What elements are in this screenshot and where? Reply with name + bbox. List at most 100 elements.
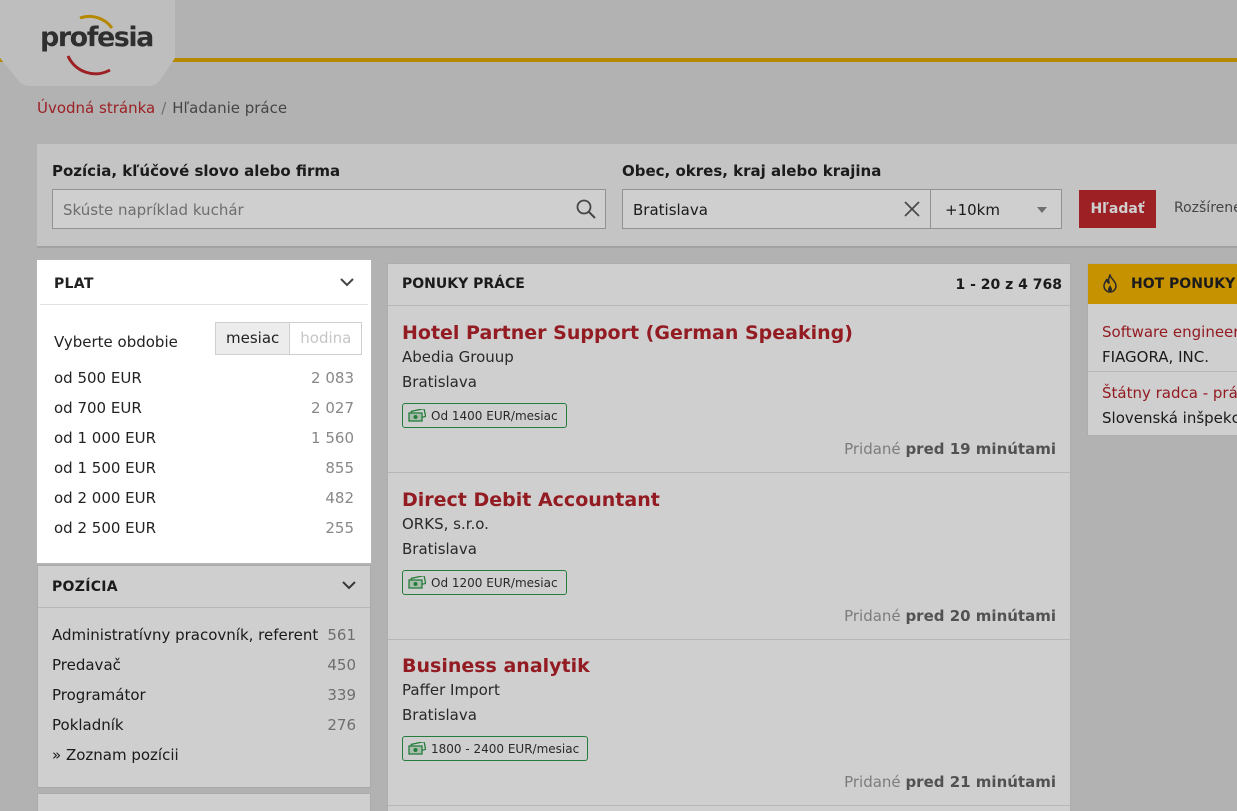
hot-offer-item[interactable]: Software engineer f FIAGORA, INC. [1088, 311, 1237, 372]
job-card[interactable]: Business analytik Paffer Import Bratisla… [388, 639, 1070, 806]
salary-option-label: od 500 EUR [54, 369, 142, 387]
position-list-link-label: » Zoznam pozícii [52, 746, 179, 764]
salary-option-count: 1 560 [311, 429, 354, 447]
advanced-search-link[interactable]: Rozšírené [1174, 200, 1237, 216]
breadcrumb-current: Hľadanie práce [172, 99, 288, 117]
chevron-down-icon[interactable] [340, 277, 354, 287]
location-input[interactable]: Bratislava [622, 189, 931, 229]
search-icon[interactable] [575, 198, 597, 220]
salary-option[interactable]: od 1 500 EUR 855 [54, 459, 354, 481]
position-filter-title: POZÍCIA [52, 579, 118, 595]
added-time: pred 20 minútami [905, 607, 1056, 625]
job-company: Paffer Import [402, 681, 500, 699]
added-prefix: Pridané [844, 607, 901, 625]
overlay-left [0, 260, 37, 563]
job-company: Abedia Grouup [402, 348, 514, 366]
salary-option-count: 482 [325, 489, 354, 507]
position-option-count: 276 [327, 716, 356, 734]
position-option[interactable]: Predavač 450 [52, 656, 356, 678]
radius-select[interactable]: +10km [930, 189, 1062, 229]
keyword-placeholder: Skúste napríklad kuchár [63, 201, 244, 219]
breadcrumb: Úvodná stránka / Hľadanie práce [37, 99, 287, 117]
position-list-link[interactable]: » Zoznam pozícii [52, 746, 356, 768]
money-icon [408, 576, 426, 589]
salary-filter-header[interactable]: PLAT [40, 263, 368, 305]
salary-badge-text: 1800 - 2400 EUR/mesiac [431, 741, 580, 756]
added-prefix: Pridané [844, 440, 901, 458]
logo-text: profesia [40, 22, 154, 53]
salary-badge-text: Od 1400 EUR/mesiac [431, 408, 558, 423]
job-title[interactable]: Business analytik [402, 655, 590, 677]
location-value: Bratislava [633, 201, 708, 219]
period-label: Vyberte obdobie [54, 333, 178, 351]
listings-header: PONUKY PRÁCE 1 - 20 z 4 768 [388, 264, 1070, 306]
salary-option-label: od 1 000 EUR [54, 429, 157, 447]
position-option-count: 450 [327, 656, 356, 674]
added-prefix: Pridané [844, 773, 901, 791]
salary-filter: PLAT Vyberte obdobie mesiac hodina od 50… [37, 260, 371, 563]
logo-tab[interactable]: profesia [0, 0, 175, 86]
hot-offers-header: HOT PONUKY [1088, 264, 1237, 304]
salary-option[interactable]: od 500 EUR 2 083 [54, 369, 354, 391]
salary-badge: 1800 - 2400 EUR/mesiac [402, 736, 589, 761]
caret-down-icon [1037, 207, 1047, 213]
position-option-count: 561 [327, 626, 356, 644]
position-option-label: Administratívny pracovník, referent [52, 626, 319, 644]
position-option-label: Programátor [52, 686, 146, 704]
salary-option-count: 2 027 [311, 399, 354, 417]
location-label: Obec, okres, kraj alebo krajina [622, 162, 882, 180]
job-added: Pridané pred 21 minútami [844, 773, 1056, 791]
job-listings: PONUKY PRÁCE 1 - 20 z 4 768 Hotel Partne… [387, 263, 1071, 811]
salary-option-count: 855 [325, 459, 354, 477]
salary-option[interactable]: od 2 500 EUR 255 [54, 519, 354, 541]
added-time: pred 21 minútami [905, 773, 1056, 791]
period-toggle: mesiac hodina [215, 322, 363, 355]
job-location: Bratislava [402, 373, 477, 391]
position-option[interactable]: Administratívny pracovník, referent 561 [52, 626, 356, 648]
salary-option-label: od 2 500 EUR [54, 519, 157, 537]
search-button[interactable]: Hľadať [1079, 190, 1156, 228]
job-card[interactable]: Hotel Partner Support (German Speaking) … [388, 306, 1070, 473]
fire-icon [1103, 274, 1117, 293]
position-option-label: Predavač [52, 656, 121, 674]
job-location: Bratislava [402, 706, 477, 724]
job-added: Pridané pred 20 minútami [844, 607, 1056, 625]
salary-filter-title: PLAT [54, 276, 94, 292]
hot-offer-title[interactable]: Štátny radca - právn [1102, 384, 1237, 402]
position-option[interactable]: Programátor 339 [52, 686, 356, 708]
job-card[interactable]: Direct Debit Accountant ORKS, s.r.o. Bra… [388, 473, 1070, 640]
position-filter-header[interactable]: POZÍCIA [38, 566, 370, 608]
radius-value: +10km [945, 201, 1000, 219]
clear-icon[interactable] [904, 201, 920, 217]
salary-badge: Od 1400 EUR/mesiac [402, 403, 567, 428]
breadcrumb-home-link[interactable]: Úvodná stránka [37, 99, 155, 117]
hot-offers-title: HOT PONUKY [1131, 276, 1236, 292]
salary-option-count: 255 [325, 519, 354, 537]
added-time: pred 19 minútami [905, 440, 1056, 458]
listings-count: 1 - 20 z 4 768 [955, 277, 1062, 293]
position-option-label: Pokladník [52, 716, 124, 734]
job-location: Bratislava [402, 540, 477, 558]
salary-option[interactable]: od 2 000 EUR 482 [54, 489, 354, 511]
breadcrumb-separator: / [161, 99, 167, 117]
hot-offer-item[interactable]: Štátny radca - právn Slovenská inšpekcia [1088, 372, 1237, 433]
period-option-hour[interactable]: hodina [290, 322, 363, 355]
salary-option[interactable]: od 1 000 EUR 1 560 [54, 429, 354, 451]
job-company: ORKS, s.r.o. [402, 515, 489, 533]
salary-option[interactable]: od 700 EUR 2 027 [54, 399, 354, 421]
position-option[interactable]: Pokladník 276 [52, 716, 356, 738]
period-option-month[interactable]: mesiac [215, 322, 291, 355]
job-title[interactable]: Hotel Partner Support (German Speaking) [402, 322, 853, 344]
job-added: Pridané pred 19 minútami [844, 440, 1056, 458]
keyword-input[interactable]: Skúste napríklad kuchár [52, 189, 606, 229]
position-filter: POZÍCIA Administratívny pracovník, refer… [37, 565, 371, 788]
job-title[interactable]: Direct Debit Accountant [402, 489, 660, 511]
listings-title: PONUKY PRÁCE [402, 276, 525, 292]
header-accent-line [0, 58, 1237, 62]
money-icon [408, 409, 426, 422]
hot-offer-company: Slovenská inšpekcia [1102, 409, 1237, 427]
hot-offer-title[interactable]: Software engineer f [1102, 323, 1237, 341]
next-filter-box [37, 793, 371, 811]
chevron-down-icon[interactable] [342, 580, 356, 590]
salary-badge: Od 1200 EUR/mesiac [402, 570, 567, 595]
